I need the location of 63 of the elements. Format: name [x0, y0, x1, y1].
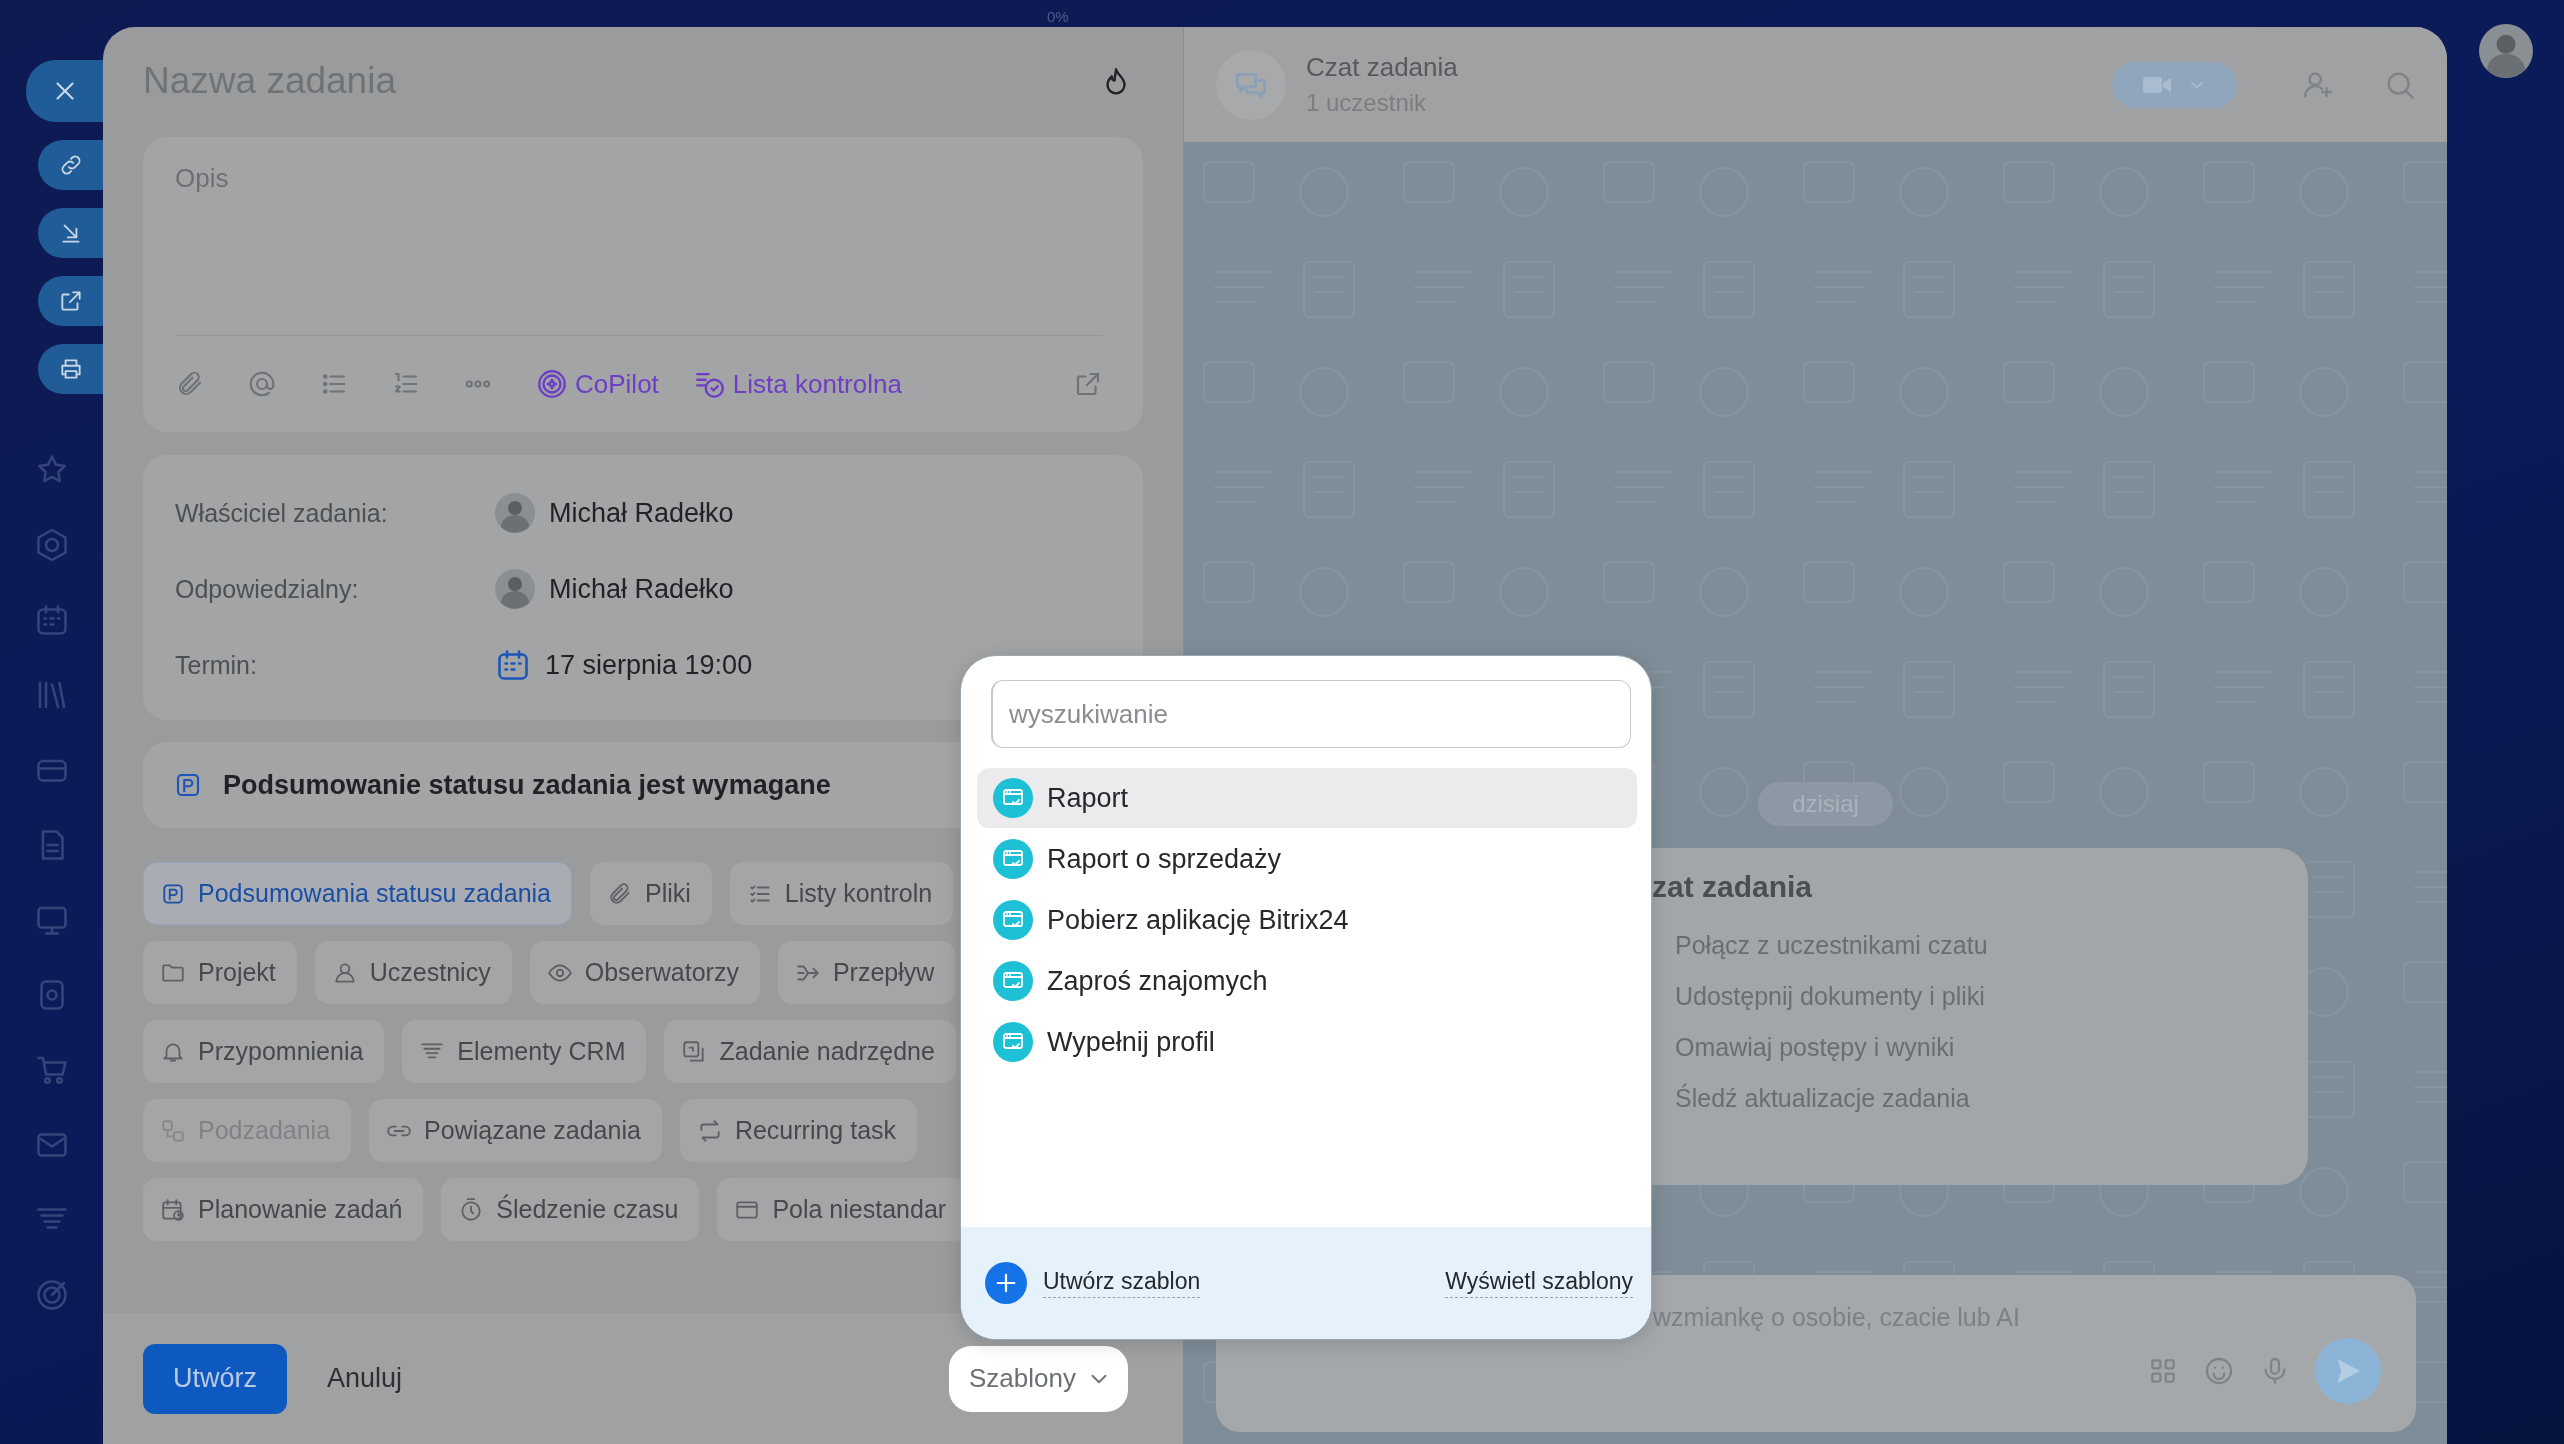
print-button[interactable] [38, 344, 103, 394]
field-label: Właściciel zadania: [175, 498, 389, 528]
template-item[interactable]: Raport o sprzedaży [977, 829, 1637, 889]
template-icon [993, 961, 1033, 1001]
field-label: Termin: [175, 650, 258, 680]
add-button[interactable] [985, 1262, 1027, 1304]
chat-title: Czat zadania [1306, 52, 1459, 83]
option-chip[interactable]: Pliki [590, 862, 712, 925]
spiral-icon [535, 367, 569, 401]
option-chip[interactable]: Śledzenie czasu [441, 1178, 700, 1241]
option-chip[interactable]: Przepływ [777, 941, 956, 1004]
template-item[interactable]: Pobierz aplikację Bitrix24 [977, 890, 1637, 950]
template-icon [993, 778, 1033, 818]
option-chip[interactable]: Planowanie zadań [143, 1178, 424, 1241]
field-value[interactable]: 17 sierpnia 19:00 [545, 649, 753, 681]
field-value[interactable]: Michał Radełko [549, 497, 734, 529]
create-template-link[interactable]: Utwórz szablon [1043, 1268, 1201, 1298]
notice-text: Podsumowanie statusu zadania jest wymagane [223, 769, 831, 801]
option-chip[interactable]: Podsumowania statusu zadania [143, 862, 572, 925]
template-item[interactable]: Raport [977, 768, 1637, 828]
option-chip[interactable]: Uczestnicy [314, 941, 512, 1004]
copilot-button[interactable]: CoPilot [535, 367, 659, 401]
field-value[interactable]: Michał Radełko [549, 573, 734, 605]
option-chip[interactable]: Recurring task [679, 1099, 918, 1162]
option-chip[interactable]: Zadanie nadrzędne [664, 1020, 956, 1083]
field-label: Odpowiedzialny: [175, 574, 360, 604]
close-button[interactable] [26, 60, 103, 122]
welcome-item: Udostępnij dokumenty i pliki [1674, 981, 1986, 1012]
template-icon [993, 839, 1033, 879]
subtask-icon [160, 1117, 186, 1144]
templates-button[interactable]: Szablony [949, 1345, 1128, 1412]
open-external-button[interactable] [38, 276, 103, 326]
link-button[interactable] [38, 140, 103, 190]
avatar [495, 569, 535, 609]
plus-icon [995, 1272, 1017, 1294]
welcome-item: Omawiaj postępy i wyniki [1674, 1032, 1956, 1063]
cancel-button[interactable]: Anuluj [323, 1357, 407, 1400]
create-button[interactable]: Utwórz [143, 1343, 287, 1414]
option-chip[interactable]: Przypomnienia [143, 1020, 385, 1083]
progress-text: 0% [1047, 8, 1069, 25]
welcome-title: zat zadania [1652, 870, 1814, 904]
video-call-button[interactable] [2112, 61, 2237, 108]
download-button[interactable] [38, 208, 103, 258]
option-chip[interactable]: Obserwatorzy [529, 941, 760, 1004]
mention-icon[interactable] [247, 369, 277, 399]
emoji-icon[interactable] [2203, 1355, 2235, 1387]
calendar-clock-icon [160, 1196, 186, 1223]
template-icon [993, 1022, 1033, 1062]
checklist-button[interactable]: Lista kontrolna [692, 367, 902, 401]
view-templates-link[interactable]: Wyświetl szablony [1445, 1268, 1633, 1298]
welcome-item: Śledź aktualizacje zadania [1674, 1082, 1971, 1114]
option-chip[interactable]: Projekt [143, 941, 297, 1004]
option-chip[interactable]: Elementy CRM [402, 1020, 647, 1083]
option-chip[interactable]: Powiązane zadania [369, 1099, 662, 1162]
template-item[interactable]: Wypełnij profil [977, 1012, 1637, 1072]
welcome-item: Połącz z uczestnikami czatu [1674, 930, 1989, 961]
option-chip[interactable]: Listy kontroln [729, 862, 954, 925]
search-field[interactable]: wyszukiwanie [991, 680, 1631, 748]
user-avatar[interactable] [2478, 24, 2533, 78]
template-icon [993, 900, 1033, 940]
calendar-icon [495, 647, 531, 683]
avatar [495, 493, 535, 533]
template-item[interactable]: Zaproś znajomych [977, 951, 1637, 1011]
